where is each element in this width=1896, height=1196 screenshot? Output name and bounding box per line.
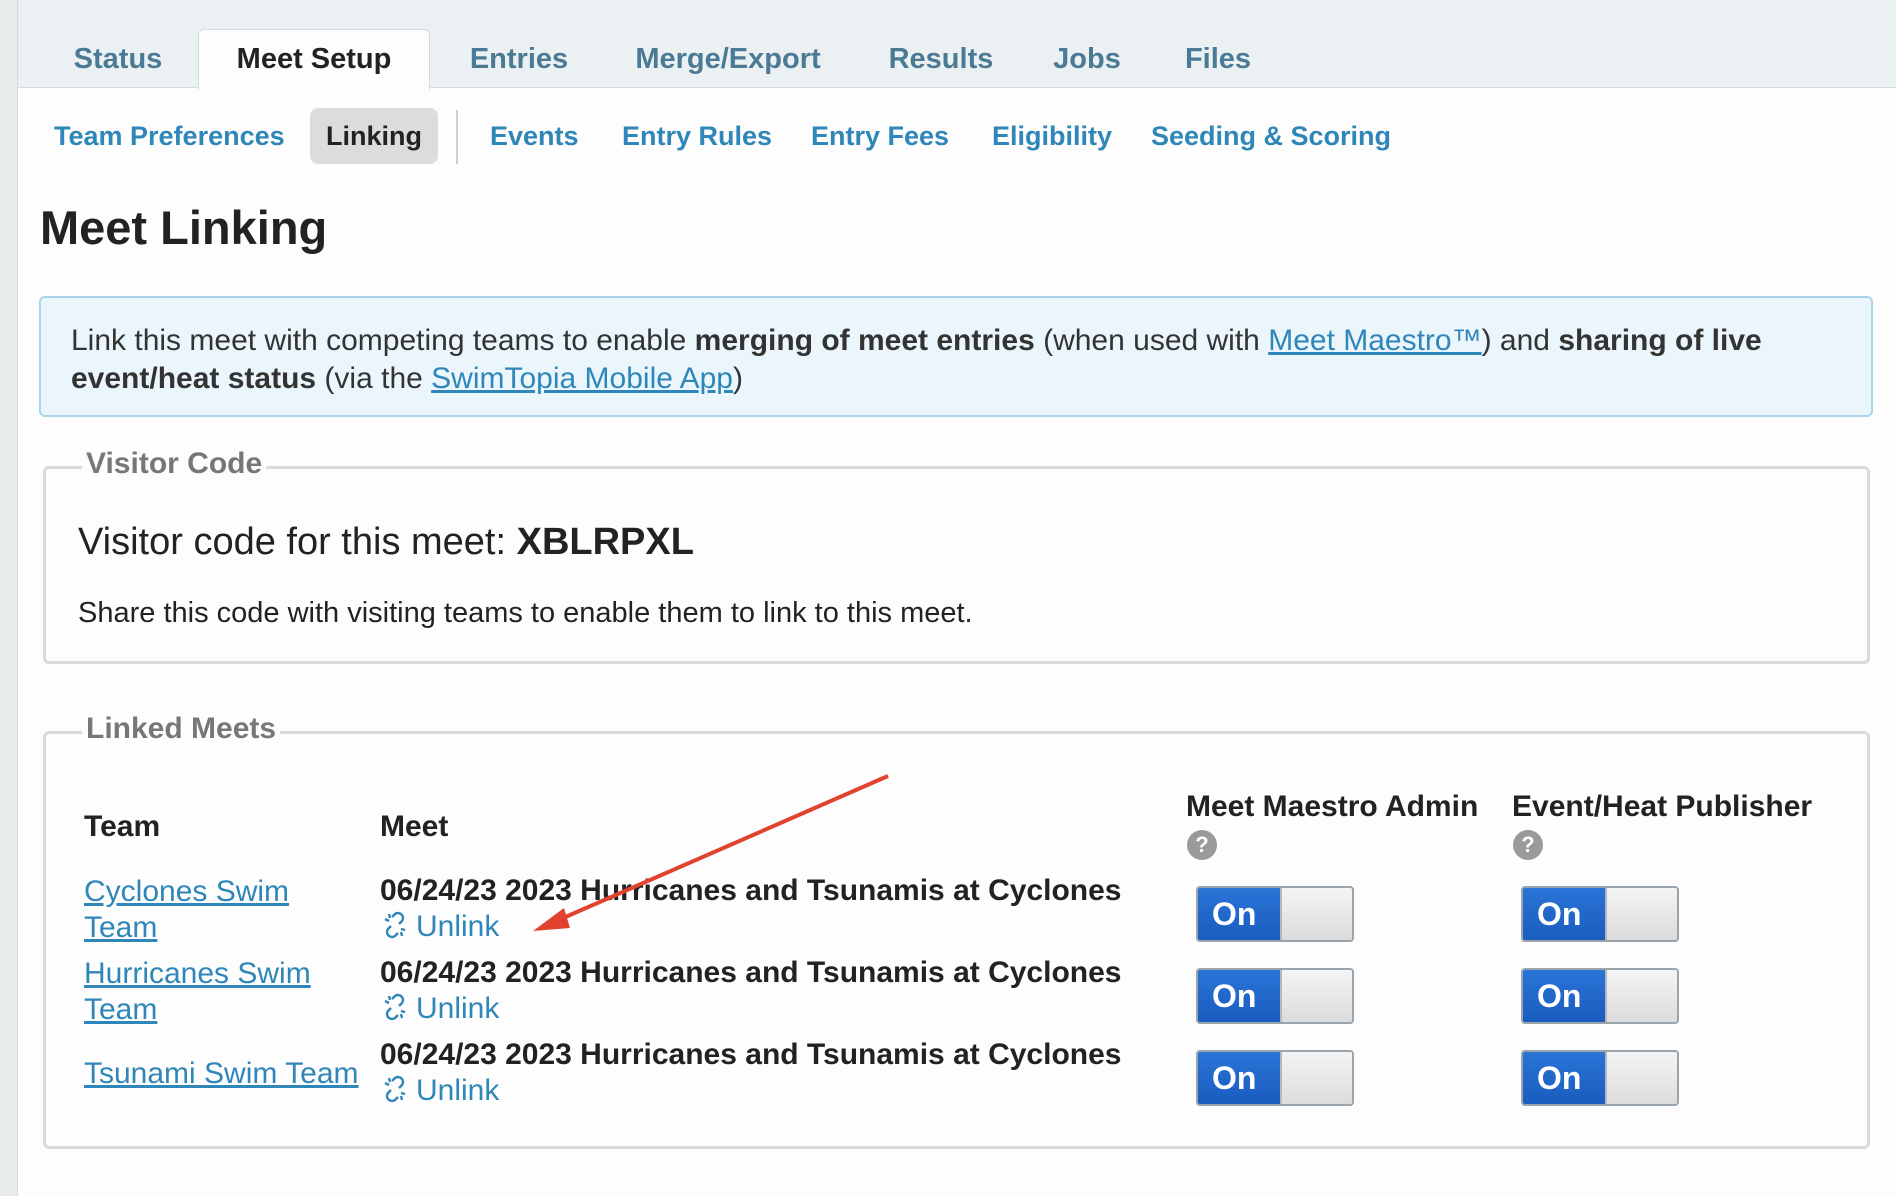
meet-name-row-3: 06/24/23 2023 Hurricanes and Tsunamis at…: [380, 1038, 1122, 1071]
publisher-help-icon[interactable]: ?: [1513, 830, 1543, 860]
subnav-entry-rules[interactable]: Entry Rules: [622, 108, 772, 164]
info-text-3: ) and: [1481, 324, 1559, 357]
unlink-button-row-2[interactable]: Unlink: [380, 992, 499, 1026]
info-banner: Link this meet with competing teams to e…: [39, 296, 1873, 417]
publisher-toggle-row-1[interactable]: On: [1521, 886, 1679, 942]
subnav-linking[interactable]: Linking: [310, 108, 438, 164]
meet-name-row-2: 06/24/23 2023 Hurricanes and Tsunamis at…: [380, 956, 1122, 989]
linked-meets-legend: Linked Meets: [82, 712, 281, 746]
main-tab-bar: Status Meet Setup Entries Merge/Export R…: [18, 0, 1896, 90]
broken-link-icon: [384, 1075, 406, 1103]
tab-status[interactable]: Status: [58, 30, 178, 89]
visitor-code-line: Visitor code for this meet: XBLRPXL: [78, 521, 694, 564]
header-meet: Meet: [380, 810, 449, 843]
meet-maestro-link[interactable]: Meet Maestro™: [1268, 324, 1481, 357]
broken-link-icon: [384, 993, 406, 1021]
page: Status Meet Setup Entries Merge/Export R…: [17, 0, 1896, 1196]
publisher-toggle-row-3[interactable]: On: [1521, 1050, 1679, 1106]
header-meet-maestro-admin: Meet Maestro Admin: [1186, 790, 1479, 823]
team-link-tsunami[interactable]: Tsunami Swim Team: [84, 1056, 359, 1092]
page-title: Meet Linking: [40, 201, 328, 254]
tab-results[interactable]: Results: [876, 30, 1006, 89]
subnav-seeding-scoring[interactable]: Seeding & Scoring: [1151, 108, 1391, 164]
visitor-code-box: Visitor Code Visitor code for this meet:…: [43, 447, 1870, 664]
header-team: Team: [84, 810, 161, 843]
unlink-button-row-3[interactable]: Unlink: [380, 1074, 499, 1108]
visitor-code-legend: Visitor Code: [82, 447, 267, 481]
subnav-entry-fees[interactable]: Entry Fees: [811, 108, 949, 164]
meet-name-row-1: 06/24/23 2023 Hurricanes and Tsunamis at…: [380, 874, 1122, 907]
broken-link-icon: [384, 911, 406, 939]
team-link-hurricanes[interactable]: Hurricanes Swim Team: [84, 956, 311, 1028]
info-text-4: (via the: [316, 362, 432, 395]
linked-meets-box: Linked Meets Team Meet Meet Maestro Admi…: [43, 712, 1870, 1149]
info-text-5: ): [732, 362, 743, 395]
tab-merge-export[interactable]: Merge/Export: [616, 30, 840, 89]
publisher-toggle-row-2[interactable]: On: [1521, 968, 1679, 1024]
tab-jobs[interactable]: Jobs: [1042, 30, 1132, 89]
subnav-team-preferences[interactable]: Team Preferences: [54, 108, 285, 164]
info-bold-1: merging of meet entries: [694, 324, 1035, 357]
tab-files[interactable]: Files: [1168, 30, 1268, 89]
header-event-heat-publisher: Event/Heat Publisher: [1512, 790, 1813, 823]
subnav-divider: [456, 110, 458, 164]
mobile-app-link[interactable]: SwimTopia Mobile App: [431, 362, 733, 395]
unlink-button-row-1[interactable]: Unlink: [380, 910, 499, 944]
tab-entries[interactable]: Entries: [456, 30, 582, 89]
team-link-cyclones[interactable]: Cyclones Swim Team: [84, 874, 289, 946]
info-text-1: Link this meet with competing teams to e…: [71, 324, 695, 357]
visitor-code-share-text: Share this code with visiting teams to e…: [78, 597, 973, 629]
visitor-code-label: Visitor code for this meet:: [78, 521, 517, 563]
subnav-eligibility[interactable]: Eligibility: [992, 108, 1112, 164]
visitor-code-value: XBLRPXL: [516, 521, 694, 563]
maestro-toggle-row-2[interactable]: On: [1196, 968, 1354, 1024]
maestro-toggle-row-1[interactable]: On: [1196, 886, 1354, 942]
maestro-toggle-row-3[interactable]: On: [1196, 1050, 1354, 1106]
subnav-events[interactable]: Events: [490, 108, 579, 164]
tab-meet-setup[interactable]: Meet Setup: [198, 29, 430, 90]
maestro-help-icon[interactable]: ?: [1187, 830, 1217, 860]
info-text-2: (when used with: [1034, 324, 1269, 357]
